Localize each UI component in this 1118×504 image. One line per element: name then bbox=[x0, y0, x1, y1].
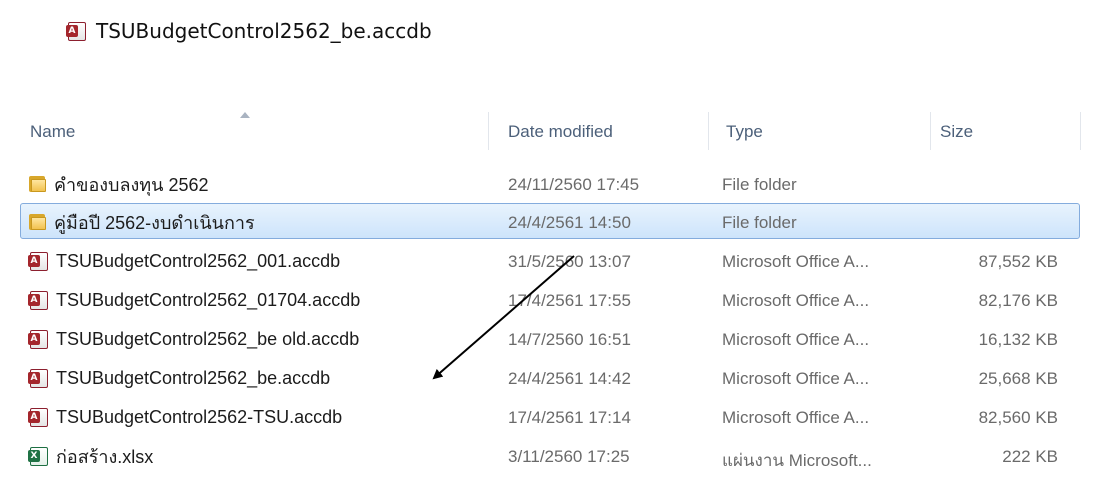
file-date: 3/11/2560 17:25 bbox=[508, 447, 630, 466]
file-callout: A TSUBudgetControl2562_be.accdb bbox=[66, 8, 486, 54]
file-date: 31/5/2560 13:07 bbox=[508, 252, 631, 271]
file-date: 24/4/2561 14:42 bbox=[508, 369, 631, 388]
column-divider[interactable] bbox=[1080, 112, 1081, 150]
file-type: แผ่นงาน Microsoft... bbox=[722, 451, 872, 470]
file-date: 17/4/2561 17:14 bbox=[508, 408, 631, 427]
access-file-icon: A bbox=[28, 290, 50, 310]
file-type: File folder bbox=[722, 175, 797, 194]
file-type: Microsoft Office A... bbox=[722, 408, 870, 427]
file-name-cell: คำของบลงทุน 2562 bbox=[28, 166, 209, 202]
file-date: 14/7/2560 16:51 bbox=[508, 330, 631, 349]
column-header-name[interactable]: Name bbox=[30, 122, 75, 142]
column-divider[interactable] bbox=[930, 112, 931, 150]
access-file-icon: A bbox=[28, 407, 50, 427]
file-size: 25,668 KB bbox=[978, 369, 1058, 388]
access-file-icon: A bbox=[66, 21, 88, 41]
file-name: TSUBudgetControl2562-TSU.accdb bbox=[56, 406, 343, 427]
file-type: Microsoft Office A... bbox=[722, 252, 870, 271]
folder-icon bbox=[28, 175, 48, 193]
column-header: Name Date modified Type Size bbox=[18, 106, 1082, 156]
file-size: 87,552 KB bbox=[978, 252, 1058, 271]
file-type: Microsoft Office A... bbox=[722, 291, 870, 310]
column-divider[interactable] bbox=[488, 112, 489, 150]
file-name: ก่อสร้าง.xlsx bbox=[56, 446, 154, 467]
column-header-size[interactable]: Size bbox=[940, 122, 973, 142]
file-name-cell: A TSUBudgetControl2562_001.accdb bbox=[28, 243, 340, 279]
file-name: TSUBudgetControl2562_be old.accdb bbox=[56, 328, 360, 349]
excel-file-icon: X bbox=[28, 446, 50, 466]
file-type: Microsoft Office A... bbox=[722, 369, 870, 388]
file-type: File folder bbox=[722, 213, 797, 232]
file-name-cell: A TSUBudgetControl2562-TSU.accdb bbox=[28, 399, 342, 435]
sort-ascending-icon[interactable] bbox=[240, 112, 250, 118]
access-file-icon: A bbox=[28, 251, 50, 271]
file-size: 82,560 KB bbox=[978, 408, 1058, 427]
file-name: TSUBudgetControl2562_be.accdb bbox=[56, 367, 331, 388]
file-date: 17/4/2561 17:55 bbox=[508, 291, 631, 310]
file-name-cell: A TSUBudgetControl2562_01704.accdb bbox=[28, 282, 360, 318]
column-header-type[interactable]: Type bbox=[726, 122, 763, 142]
folder-icon bbox=[28, 213, 48, 231]
list-item-folder-selected[interactable]: คู่มือปี 2562-งบดำเนินการ 24/4/2561 14:5… bbox=[20, 203, 1080, 239]
access-file-icon: A bbox=[28, 368, 50, 388]
file-name-cell: คู่มือปี 2562-งบดำเนินการ bbox=[28, 204, 255, 240]
file-name: คู่มือปี 2562-งบดำเนินการ bbox=[54, 212, 255, 233]
list-item-file[interactable]: A TSUBudgetControl2562-TSU.accdb 17/4/25… bbox=[28, 399, 1080, 435]
file-name-cell: A TSUBudgetControl2562_be old.accdb bbox=[28, 321, 359, 357]
access-file-icon: A bbox=[28, 329, 50, 349]
list-item-file[interactable]: X ก่อสร้าง.xlsx 3/11/2560 17:25 แผ่นงาน … bbox=[28, 438, 1080, 474]
list-item-file[interactable]: A TSUBudgetControl2562_001.accdb 31/5/25… bbox=[28, 243, 1080, 279]
file-size: 82,176 KB bbox=[978, 291, 1058, 310]
file-name-cell: X ก่อสร้าง.xlsx bbox=[28, 438, 153, 474]
file-date: 24/4/2561 14:50 bbox=[508, 213, 631, 232]
file-name-cell: A TSUBudgetControl2562_be.accdb bbox=[28, 360, 330, 396]
list-item-file[interactable]: A TSUBudgetControl2562_01704.accdb 17/4/… bbox=[28, 282, 1080, 318]
file-name: TSUBudgetControl2562_001.accdb bbox=[56, 250, 341, 271]
list-item-file[interactable]: A TSUBudgetControl2562_be.accdb 24/4/256… bbox=[28, 360, 1080, 396]
file-name: TSUBudgetControl2562_01704.accdb bbox=[56, 289, 361, 310]
file-name: คำของบลงทุน 2562 bbox=[54, 174, 209, 195]
callout-file-name: TSUBudgetControl2562_be.accdb bbox=[96, 19, 432, 43]
column-header-date-modified[interactable]: Date modified bbox=[508, 122, 613, 142]
list-item-file[interactable]: A TSUBudgetControl2562_be old.accdb 14/7… bbox=[28, 321, 1080, 357]
file-size: 16,132 KB bbox=[978, 330, 1058, 349]
file-type: Microsoft Office A... bbox=[722, 330, 870, 349]
file-size: 222 KB bbox=[1002, 447, 1058, 466]
column-divider[interactable] bbox=[708, 112, 709, 150]
file-date: 24/11/2560 17:45 bbox=[508, 175, 640, 194]
list-item-folder[interactable]: คำของบลงทุน 2562 24/11/2560 17:45 File f… bbox=[28, 166, 1080, 202]
